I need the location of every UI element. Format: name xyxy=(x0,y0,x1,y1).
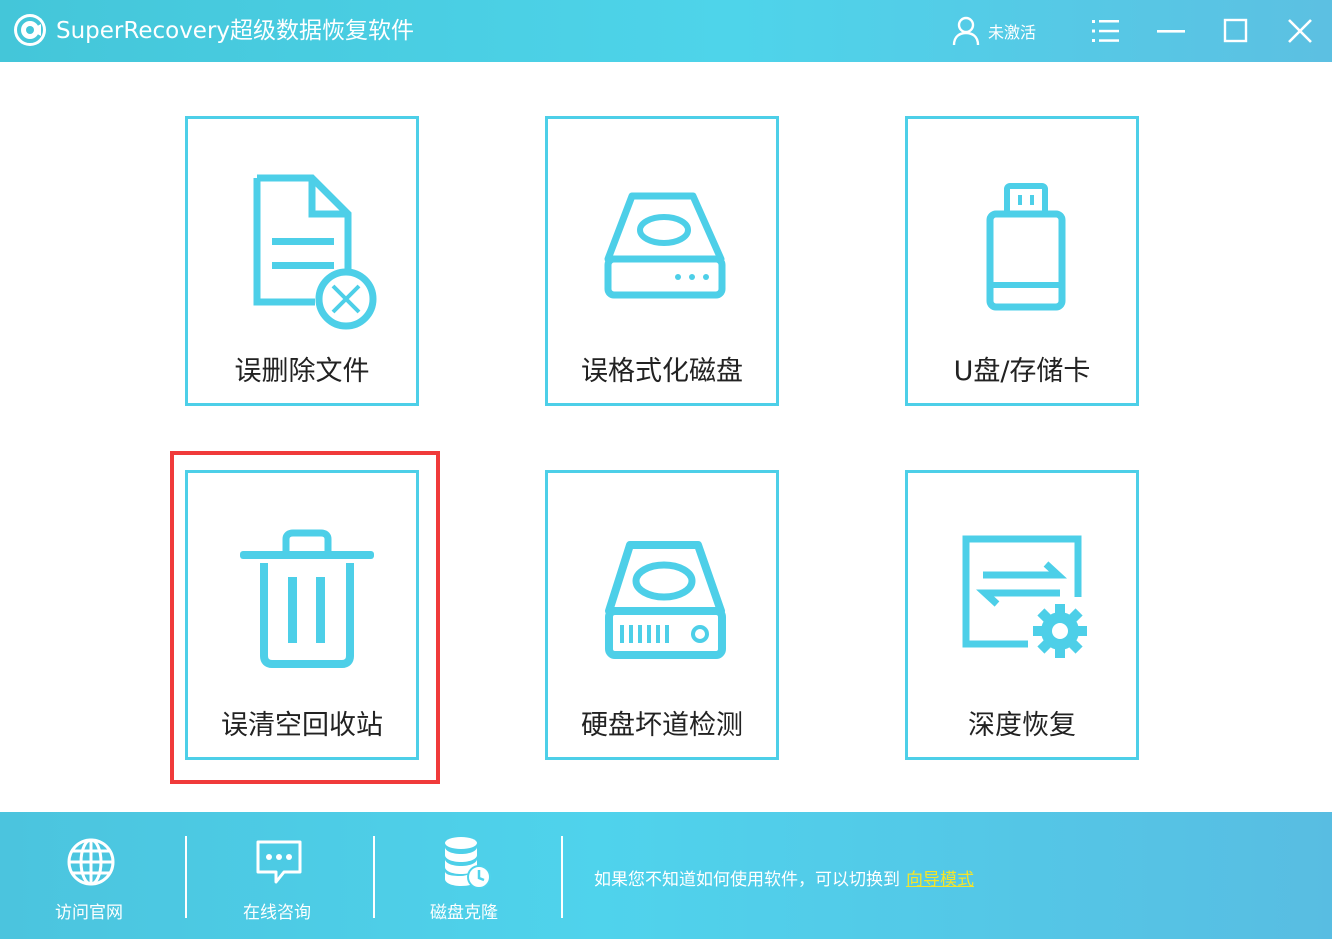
guide-hint: 如果您不知道如何使用软件，可以切换到 向导模式 xyxy=(594,865,974,890)
disk-clone-button[interactable]: 磁盘克隆 xyxy=(409,830,519,930)
tile-label: 深度恢复 xyxy=(968,710,1076,741)
highlight-frame xyxy=(170,451,440,784)
title-bar: SuperRecovery超级数据恢复软件 未激活 xyxy=(0,0,1332,62)
close-button[interactable] xyxy=(1281,12,1319,50)
app-title: SuperRecovery超级数据恢复软件 xyxy=(56,18,415,44)
disk-icon xyxy=(604,192,726,299)
menu-list-icon xyxy=(1092,20,1119,42)
wizard-mode-link[interactable]: 向导模式 xyxy=(906,870,974,890)
app-window: SuperRecovery超级数据恢复软件 未激活 误删除文件 误格式化磁盘 U… xyxy=(0,0,1332,939)
tile-usb-storage[interactable]: U盘/存储卡 xyxy=(905,116,1139,406)
tile-label: 硬盘坏道检测 xyxy=(581,710,743,741)
maximize-icon xyxy=(1223,18,1248,43)
online-consult-button[interactable]: 在线咨询 xyxy=(222,830,332,930)
tile-label: 误删除文件 xyxy=(234,356,370,387)
minimize-icon xyxy=(1157,30,1185,33)
deep-recovery-icon xyxy=(962,535,1087,658)
usb-drive-icon xyxy=(986,183,1066,311)
database-clone-icon xyxy=(445,837,491,889)
tile-label: 误格式化磁盘 xyxy=(581,356,743,387)
globe-icon xyxy=(67,838,115,886)
footer-divider xyxy=(185,836,187,918)
app-logo-icon xyxy=(12,12,48,48)
deleted-file-icon xyxy=(253,174,377,330)
tile-bad-sector-check[interactable]: 硬盘坏道检测 xyxy=(545,470,779,760)
tile-deleted-files[interactable]: 误删除文件 xyxy=(185,116,419,406)
menu-button[interactable] xyxy=(1086,12,1124,50)
user-status-label: 未激活 xyxy=(988,23,1037,42)
footer-label: 磁盘克隆 xyxy=(430,903,498,923)
footer-bar: 访问官网 在线咨询 磁盘克隆 如果您不知道如何使用软件，可以切换到 向导模式 xyxy=(0,812,1332,939)
footer-divider xyxy=(561,836,563,918)
tile-deep-recovery[interactable]: 深度恢复 xyxy=(905,470,1139,760)
minimize-button[interactable] xyxy=(1152,12,1190,50)
hard-drive-icon xyxy=(605,541,726,659)
footer-label: 访问官网 xyxy=(55,903,123,923)
footer-label: 在线咨询 xyxy=(243,903,311,923)
close-icon xyxy=(1288,19,1312,43)
user-account-button[interactable]: 未激活 xyxy=(952,13,1036,49)
user-icon xyxy=(952,16,980,46)
tile-formatted-disk[interactable]: 误格式化磁盘 xyxy=(545,116,779,406)
visit-website-button[interactable]: 访问官网 xyxy=(34,830,144,930)
guide-hint-text: 如果您不知道如何使用软件，可以切换到 xyxy=(594,870,900,890)
tile-label: U盘/存储卡 xyxy=(953,356,1091,387)
footer-divider xyxy=(373,836,375,918)
chat-icon xyxy=(256,840,302,884)
maximize-button[interactable] xyxy=(1217,12,1255,50)
